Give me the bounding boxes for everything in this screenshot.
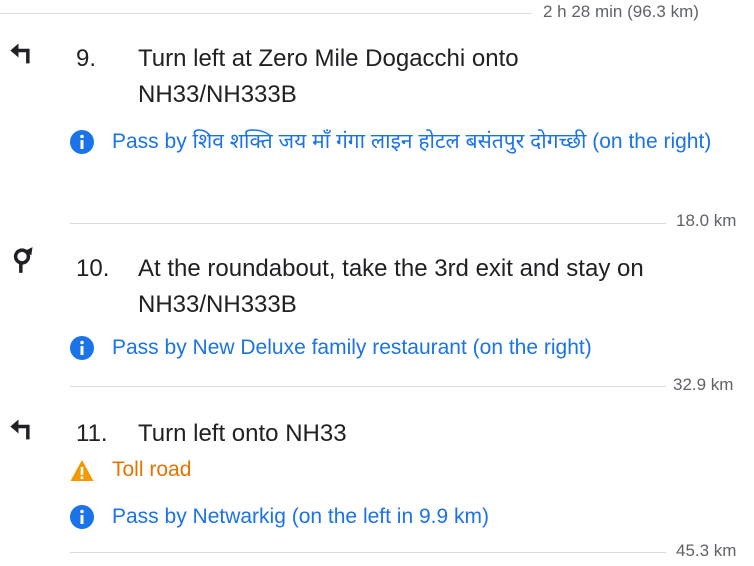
turn-left-icon (10, 419, 30, 440)
step-number: 9. (76, 45, 97, 72)
step-distance: 32.9 km (673, 375, 734, 394)
step-divider (70, 223, 666, 224)
step-divider (70, 386, 666, 387)
step-instruction: At the roundabout, take the 3rd exit and… (138, 255, 644, 318)
info-icon (70, 505, 94, 529)
pass-by-note: Pass by Netwarkig (on the left in 9.9 km… (112, 505, 489, 528)
info-icon (70, 336, 94, 360)
pass-by-note: Pass by New Deluxe family restaurant (on… (112, 336, 592, 359)
step-divider (70, 552, 666, 553)
total-duration: 2 h 28 min (96.3 km) (543, 2, 699, 21)
roundabout-icon (13, 247, 33, 273)
step-instruction: Turn left at Zero Mile Dogacchi onto NH3… (138, 45, 519, 108)
turn-left-icon (10, 43, 30, 64)
header-divider (0, 13, 532, 14)
step-number: 10. (76, 255, 110, 282)
step-distance: 45.3 km (676, 541, 737, 560)
step-instruction: Turn left onto NH33 (138, 420, 347, 447)
toll-road-note: Toll road (112, 458, 192, 481)
step-distance: 18.0 km (676, 211, 737, 230)
warning-icon (70, 460, 94, 481)
step-number: 11. (76, 420, 108, 447)
pass-by-note: Pass by शिव शक्ति जय माँ गंगा लाइन होटल … (112, 130, 712, 153)
